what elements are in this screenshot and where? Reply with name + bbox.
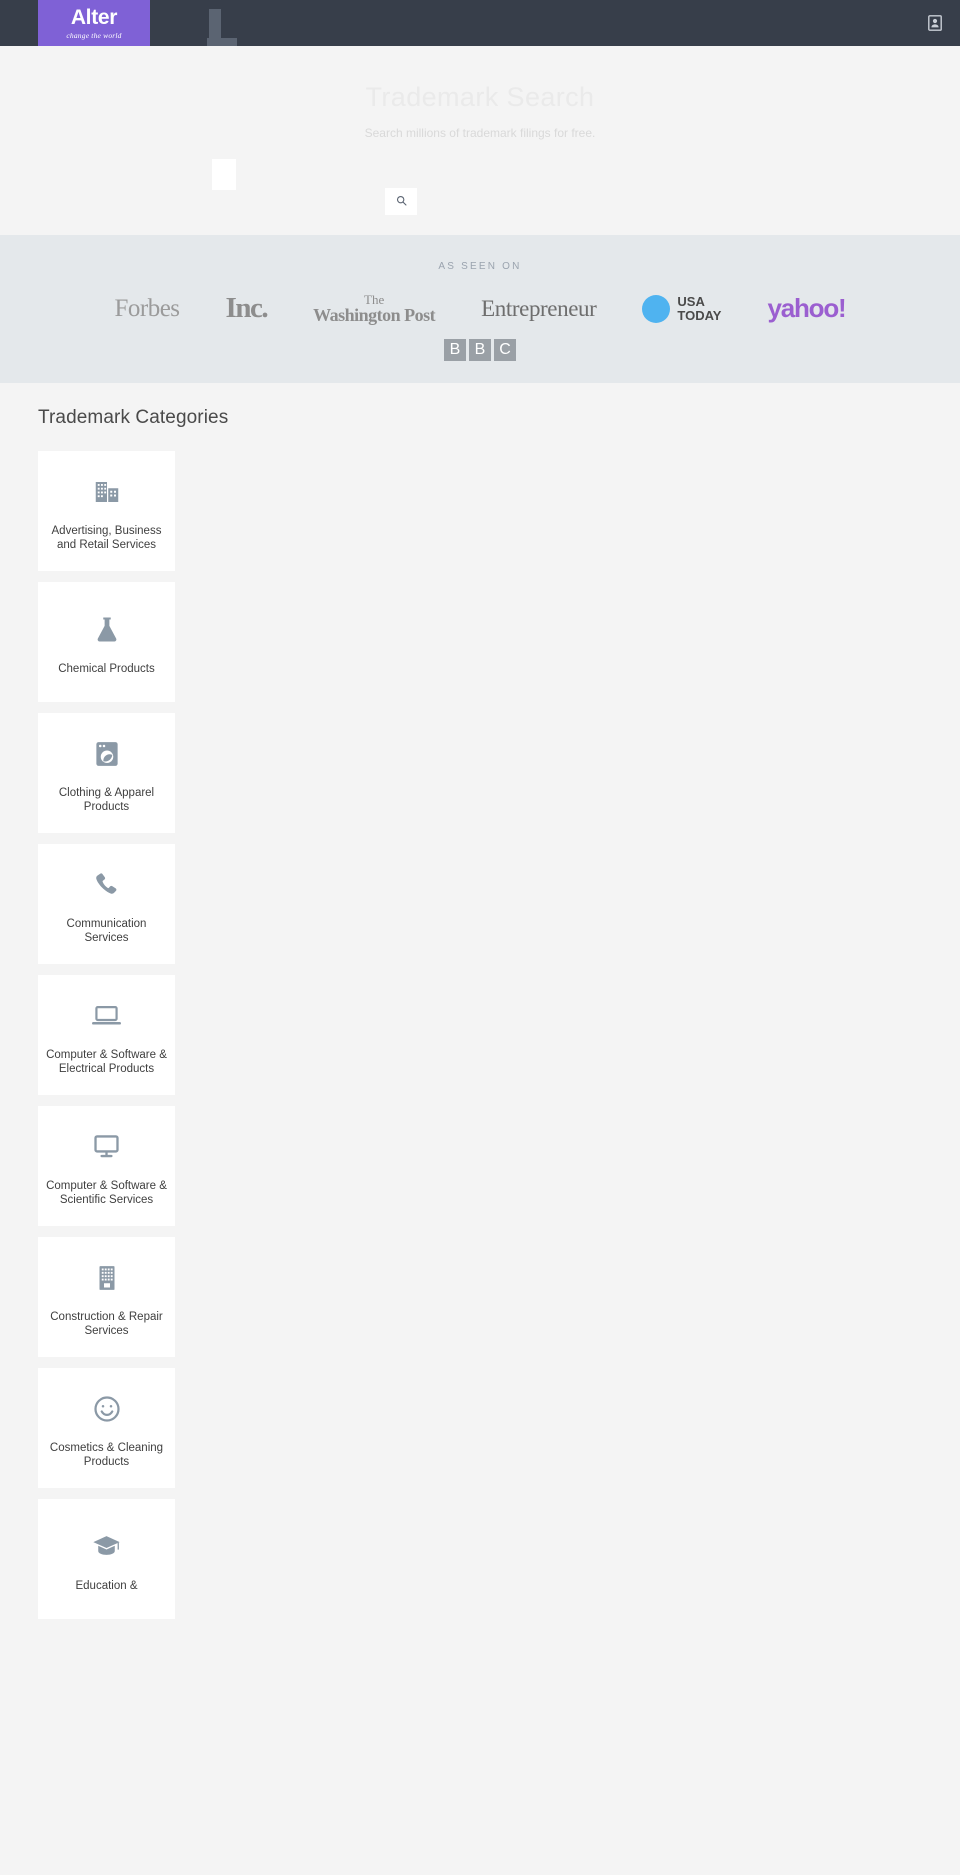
- category-card-chemical-products[interactable]: Chemical Products: [38, 582, 175, 702]
- building-icon: [92, 1258, 122, 1298]
- category-card-computer-software-scientific[interactable]: Computer & Software & Scientific Service…: [38, 1106, 175, 1226]
- top-navbar: Alter change the world: [0, 0, 960, 66]
- category-card-computer-software-electrical[interactable]: Computer & Software & Electrical Product…: [38, 975, 175, 1095]
- trademark-categories-section: Trademark Categories Advertising, Busine…: [0, 383, 960, 1619]
- washing-machine-icon: [92, 734, 122, 774]
- brand-logo[interactable]: Alter change the world: [38, 0, 150, 46]
- hero-section: Trademark Search Search millions of trad…: [0, 46, 960, 235]
- category-label: Cosmetics & Cleaning Products: [49, 1441, 164, 1468]
- bbc-letter-2: B: [469, 339, 491, 361]
- as-seen-on-section: AS SEEN ON Forbes Inc. The Washington Po…: [0, 235, 960, 383]
- usa-today-circle-icon: [642, 294, 671, 323]
- press-logo-forbes: Forbes: [114, 294, 180, 322]
- brand-tagline: change the world: [66, 30, 122, 40]
- category-label: Computer & Software & Scientific Service…: [46, 1179, 167, 1206]
- press-logo-usa-today: USA TODAY: [642, 294, 721, 323]
- press-logo-inc: Inc.: [225, 292, 269, 324]
- usa-today-line2: TODAY: [677, 307, 722, 323]
- as-seen-on-label: AS SEEN ON: [438, 261, 522, 272]
- category-card-clothing-apparel[interactable]: Clothing & Apparel Products: [38, 713, 175, 833]
- bbc-letter-3: C: [494, 339, 516, 361]
- press-logo-yahoo: yahoo!: [767, 293, 846, 323]
- category-label: Computer & Software & Electrical Product…: [46, 1048, 167, 1075]
- desktop-monitor-icon: [91, 1127, 122, 1167]
- navbar-search-input[interactable]: [209, 9, 221, 41]
- laptop-icon: [91, 996, 122, 1036]
- category-label: Advertising, Business and Retail Service…: [51, 524, 162, 551]
- category-label: Clothing & Apparel Products: [58, 786, 155, 813]
- office-building-icon: [92, 472, 122, 512]
- category-label: Education &: [75, 1579, 138, 1592]
- page-title: Trademark Search: [365, 82, 595, 112]
- bbc-letter-1: B: [444, 339, 466, 361]
- usa-today-wordmark: USA TODAY: [677, 295, 721, 322]
- graduation-cap-icon: [91, 1527, 122, 1567]
- category-card-construction-repair[interactable]: Construction & Repair Services: [38, 1237, 175, 1357]
- categories-heading: Trademark Categories: [38, 407, 229, 428]
- category-card-cosmetics-cleaning[interactable]: Cosmetics & Cleaning Products: [38, 1368, 175, 1488]
- hero-search-button[interactable]: [385, 188, 417, 215]
- hero-search-input[interactable]: [212, 159, 236, 190]
- category-label: Communication Services: [66, 917, 147, 944]
- wapo-title: Washington Post: [313, 304, 436, 325]
- smiley-face-icon: [92, 1389, 122, 1429]
- phone-icon: [92, 865, 121, 905]
- flask-icon: [92, 610, 122, 650]
- account-icon[interactable]: [927, 15, 942, 32]
- category-card-education[interactable]: Education &: [38, 1499, 175, 1619]
- hero-subtitle: Search millions of trademark filings for…: [364, 126, 596, 140]
- press-logo-row-second: B B C: [0, 339, 960, 361]
- brand-wordmark: Alter: [70, 5, 118, 29]
- press-logo-entrepreneur: Entrepreneur: [481, 295, 597, 321]
- category-label: Construction & Repair Services: [50, 1310, 163, 1337]
- search-icon: [396, 193, 407, 211]
- press-logo-row: Forbes Inc. The Washington Post Entrepre…: [0, 292, 960, 325]
- navbar-right-area: [927, 0, 960, 46]
- navbar-left-spacer: [0, 0, 38, 46]
- categories-grid: Advertising, Business and Retail Service…: [38, 451, 960, 1619]
- wapo-the: The: [364, 291, 385, 307]
- category-card-communication-services[interactable]: Communication Services: [38, 844, 175, 964]
- category-card-advertising-business-retail[interactable]: Advertising, Business and Retail Service…: [38, 451, 175, 571]
- category-label: Chemical Products: [58, 662, 155, 675]
- press-logo-bbc: B B C: [444, 339, 516, 361]
- press-logo-washington-post: The Washington Post: [313, 291, 436, 325]
